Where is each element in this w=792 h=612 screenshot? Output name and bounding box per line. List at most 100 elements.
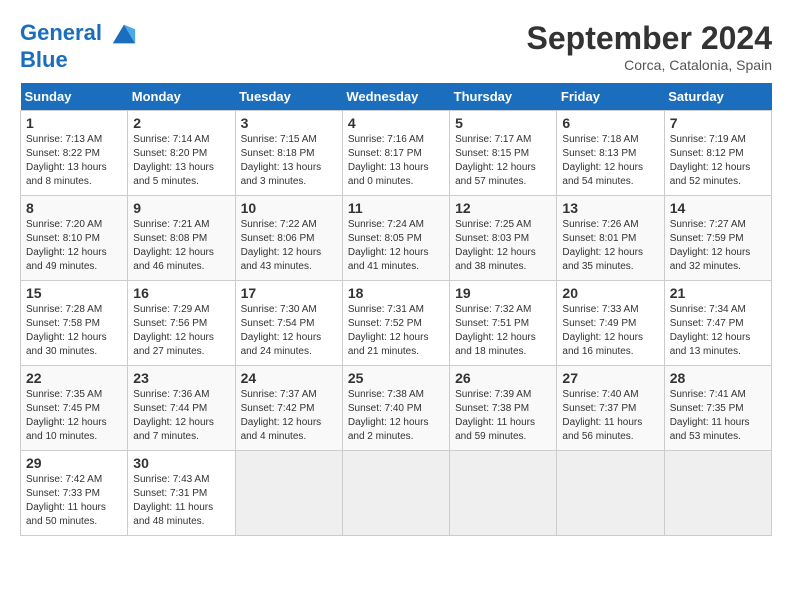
day-detail: Sunrise: 7:42 AMSunset: 7:33 PMDaylight:… [26, 473, 122, 529]
day-number: 2 [133, 115, 229, 131]
day-detail: Sunrise: 7:15 AMSunset: 8:18 PMDaylight:… [241, 133, 337, 189]
week-row-1: 1 Sunrise: 7:13 AMSunset: 8:22 PMDaylight… [21, 111, 772, 196]
day-number: 3 [241, 115, 337, 131]
day-detail: Sunrise: 7:32 AMSunset: 7:51 PMDaylight:… [455, 303, 551, 359]
calendar-cell [235, 451, 342, 536]
day-number: 13 [562, 200, 658, 216]
day-detail: Sunrise: 7:43 AMSunset: 7:31 PMDaylight:… [133, 473, 229, 529]
calendar-table: SundayMondayTuesdayWednesdayThursdayFrid… [20, 83, 772, 536]
day-detail: Sunrise: 7:22 AMSunset: 8:06 PMDaylight:… [241, 218, 337, 274]
day-detail: Sunrise: 7:35 AMSunset: 7:45 PMDaylight:… [26, 388, 122, 444]
day-number: 28 [670, 370, 766, 386]
title-block: September 2024 Corca, Catalonia, Spain [527, 20, 772, 73]
day-number: 20 [562, 285, 658, 301]
day-detail: Sunrise: 7:24 AMSunset: 8:05 PMDaylight:… [348, 218, 444, 274]
calendar-cell: 27 Sunrise: 7:40 AMSunset: 7:37 PMDayligh… [557, 366, 664, 451]
calendar-cell: 8Sunrise: 7:20 AMSunset: 8:10 PMDaylight… [21, 196, 128, 281]
calendar-cell: 7Sunrise: 7:19 AMSunset: 8:12 PMDaylight… [664, 111, 771, 196]
week-row-4: 22 Sunrise: 7:35 AMSunset: 7:45 PMDayligh… [21, 366, 772, 451]
week-row-2: 8Sunrise: 7:20 AMSunset: 8:10 PMDaylight… [21, 196, 772, 281]
calendar-cell: 6 Sunrise: 7:18 AMSunset: 8:13 PMDaylight… [557, 111, 664, 196]
logo-blue: Blue [20, 48, 138, 72]
calendar-cell [450, 451, 557, 536]
day-number: 12 [455, 200, 551, 216]
day-number: 10 [241, 200, 337, 216]
day-number: 6 [562, 115, 658, 131]
calendar-cell: 16 Sunrise: 7:29 AMSunset: 7:56 PMDayligh… [128, 281, 235, 366]
calendar-cell: 14 Sunrise: 7:27 AMSunset: 7:59 PMDayligh… [664, 196, 771, 281]
day-header-thursday: Thursday [450, 83, 557, 111]
day-detail: Sunrise: 7:21 AMSunset: 8:08 PMDaylight:… [133, 218, 229, 274]
week-row-3: 15Sunrise: 7:28 AMSunset: 7:58 PMDayligh… [21, 281, 772, 366]
calendar-cell: 21 Sunrise: 7:34 AMSunset: 7:47 PMDayligh… [664, 281, 771, 366]
day-detail: Sunrise: 7:14 AMSunset: 8:20 PMDaylight:… [133, 133, 229, 189]
calendar-cell: 1 Sunrise: 7:13 AMSunset: 8:22 PMDaylight… [21, 111, 128, 196]
day-number: 29 [26, 455, 122, 471]
day-detail: Sunrise: 7:20 AMSunset: 8:10 PMDaylight:… [26, 218, 122, 274]
calendar-cell: 28 Sunrise: 7:41 AMSunset: 7:35 PMDayligh… [664, 366, 771, 451]
logo-text: General [20, 20, 138, 48]
calendar-cell [557, 451, 664, 536]
day-number: 30 [133, 455, 229, 471]
day-header-wednesday: Wednesday [342, 83, 449, 111]
day-detail: Sunrise: 7:26 AMSunset: 8:01 PMDaylight:… [562, 218, 658, 274]
day-detail: Sunrise: 7:29 AMSunset: 7:56 PMDaylight:… [133, 303, 229, 359]
day-detail: Sunrise: 7:37 AMSunset: 7:42 PMDaylight:… [241, 388, 337, 444]
calendar-cell: 9 Sunrise: 7:21 AMSunset: 8:08 PMDaylight… [128, 196, 235, 281]
logo: General Blue [20, 20, 138, 72]
calendar-cell [342, 451, 449, 536]
day-header-tuesday: Tuesday [235, 83, 342, 111]
calendar-cell: 30 Sunrise: 7:43 AMSunset: 7:31 PMDayligh… [128, 451, 235, 536]
day-number: 17 [241, 285, 337, 301]
day-detail: Sunrise: 7:28 AMSunset: 7:58 PMDaylight:… [26, 303, 122, 359]
day-detail: Sunrise: 7:33 AMSunset: 7:49 PMDaylight:… [562, 303, 658, 359]
day-number: 18 [348, 285, 444, 301]
day-number: 24 [241, 370, 337, 386]
calendar-cell: 5Sunrise: 7:17 AMSunset: 8:15 PMDaylight… [450, 111, 557, 196]
day-headers-row: SundayMondayTuesdayWednesdayThursdayFrid… [21, 83, 772, 111]
calendar-cell: 20 Sunrise: 7:33 AMSunset: 7:49 PMDayligh… [557, 281, 664, 366]
day-number: 23 [133, 370, 229, 386]
day-number: 22 [26, 370, 122, 386]
calendar-cell: 23 Sunrise: 7:36 AMSunset: 7:44 PMDayligh… [128, 366, 235, 451]
calendar-cell: 11Sunrise: 7:24 AMSunset: 8:05 PMDayligh… [342, 196, 449, 281]
day-detail: Sunrise: 7:16 AMSunset: 8:17 PMDaylight:… [348, 133, 444, 189]
day-number: 1 [26, 115, 122, 131]
day-detail: Sunrise: 7:31 AMSunset: 7:52 PMDaylight:… [348, 303, 444, 359]
page-header: General Blue September 2024 Corca, Catal… [20, 20, 772, 73]
day-detail: Sunrise: 7:41 AMSunset: 7:35 PMDaylight:… [670, 388, 766, 444]
day-header-saturday: Saturday [664, 83, 771, 111]
calendar-cell: 3 Sunrise: 7:15 AMSunset: 8:18 PMDaylight… [235, 111, 342, 196]
month-title: September 2024 [527, 20, 772, 57]
calendar-cell: 2 Sunrise: 7:14 AMSunset: 8:20 PMDaylight… [128, 111, 235, 196]
day-detail: Sunrise: 7:39 AMSunset: 7:38 PMDaylight:… [455, 388, 551, 444]
day-detail: Sunrise: 7:27 AMSunset: 7:59 PMDaylight:… [670, 218, 766, 274]
day-number: 19 [455, 285, 551, 301]
calendar-cell [664, 451, 771, 536]
calendar-cell: 24 Sunrise: 7:37 AMSunset: 7:42 PMDayligh… [235, 366, 342, 451]
day-header-sunday: Sunday [21, 83, 128, 111]
day-number: 27 [562, 370, 658, 386]
day-detail: Sunrise: 7:38 AMSunset: 7:40 PMDaylight:… [348, 388, 444, 444]
day-number: 16 [133, 285, 229, 301]
calendar-cell: 13 Sunrise: 7:26 AMSunset: 8:01 PMDayligh… [557, 196, 664, 281]
day-detail: Sunrise: 7:17 AMSunset: 8:15 PMDaylight:… [455, 133, 551, 189]
day-number: 26 [455, 370, 551, 386]
calendar-cell: 26 Sunrise: 7:39 AMSunset: 7:38 PMDayligh… [450, 366, 557, 451]
week-row-5: 29 Sunrise: 7:42 AMSunset: 7:33 PMDayligh… [21, 451, 772, 536]
calendar-cell: 10 Sunrise: 7:22 AMSunset: 8:06 PMDayligh… [235, 196, 342, 281]
day-detail: Sunrise: 7:40 AMSunset: 7:37 PMDaylight:… [562, 388, 658, 444]
day-number: 9 [133, 200, 229, 216]
day-number: 21 [670, 285, 766, 301]
day-detail: Sunrise: 7:13 AMSunset: 8:22 PMDaylight:… [26, 133, 122, 189]
day-header-friday: Friday [557, 83, 664, 111]
day-number: 14 [670, 200, 766, 216]
day-number: 4 [348, 115, 444, 131]
day-detail: Sunrise: 7:36 AMSunset: 7:44 PMDaylight:… [133, 388, 229, 444]
day-detail: Sunrise: 7:34 AMSunset: 7:47 PMDaylight:… [670, 303, 766, 359]
calendar-cell: 18 Sunrise: 7:31 AMSunset: 7:52 PMDayligh… [342, 281, 449, 366]
location: Corca, Catalonia, Spain [527, 57, 772, 73]
day-detail: Sunrise: 7:25 AMSunset: 8:03 PMDaylight:… [455, 218, 551, 274]
day-detail: Sunrise: 7:18 AMSunset: 8:13 PMDaylight:… [562, 133, 658, 189]
day-detail: Sunrise: 7:19 AMSunset: 8:12 PMDaylight:… [670, 133, 766, 189]
